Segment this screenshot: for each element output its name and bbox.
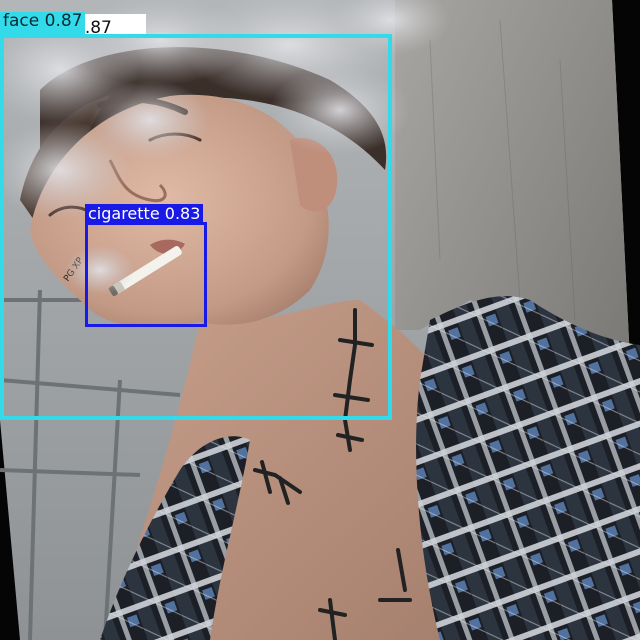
face-label-score: 0.87 [44, 11, 83, 31]
face-detection-label: face 0.87 [0, 11, 86, 34]
photo-stage: PG XP [0, 0, 640, 640]
cigarette-label-text: cigarette [88, 204, 160, 223]
cigarette-detection-label: cigarette 0.83 [85, 204, 204, 224]
face-label-text: face [3, 11, 40, 31]
cigarette-detection-box [85, 222, 207, 327]
cigarette-label-score: 0.83 [164, 204, 201, 223]
